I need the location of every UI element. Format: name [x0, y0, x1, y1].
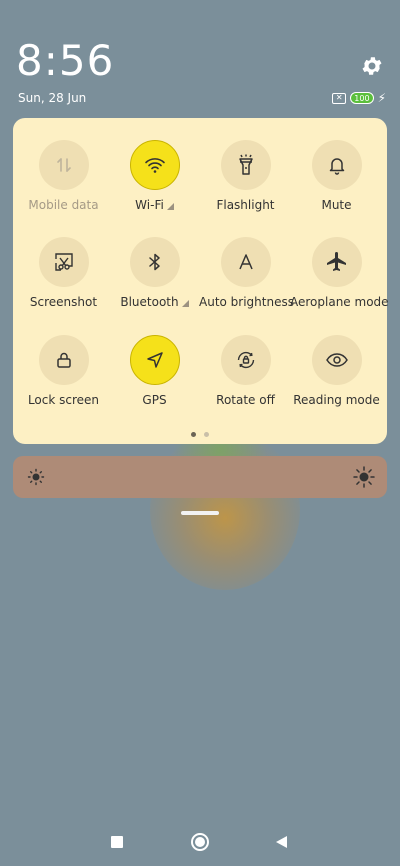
- tile-label: Wi-Fi: [108, 198, 201, 212]
- tile-mobile-data[interactable]: Mobile data: [17, 140, 110, 212]
- tile-bluetooth[interactable]: Bluetooth: [108, 237, 201, 309]
- tile-screenshot[interactable]: Screenshot: [17, 237, 110, 309]
- tile-label-text: Mobile data: [28, 198, 99, 212]
- tile-label-text: Lock screen: [27, 393, 100, 407]
- flashlight-icon[interactable]: [220, 140, 271, 190]
- tile-label: Reading mode: [290, 393, 383, 407]
- tile-aeroplane-mode[interactable]: Aeroplane mode: [290, 237, 389, 309]
- quick-settings-panel: Mobile data Wi-Fi Flashlight Mute Screenshot…: [13, 118, 389, 444]
- tile-flashlight[interactable]: Flashlight: [199, 140, 292, 212]
- tile-label-text: Reading mode: [293, 393, 380, 407]
- location-arrow-icon[interactable]: [129, 335, 180, 385]
- bell-icon[interactable]: [311, 140, 362, 190]
- tile-label-text: Auto brightness: [199, 295, 294, 309]
- recents-square-icon[interactable]: [111, 836, 123, 848]
- sim-disabled-icon: ✕: [332, 92, 347, 104]
- tile-label: Mobile data: [17, 198, 110, 212]
- tile-label-text: Aeroplane mode: [290, 295, 389, 309]
- tile-label-text: GPS: [142, 393, 167, 407]
- page-dot: [204, 432, 209, 437]
- rotate-lock-icon[interactable]: [220, 335, 271, 385]
- clock-date: Sun, 28 Jun: [18, 91, 87, 105]
- status-icons: ✕ 100 ⚡: [332, 91, 386, 105]
- page-indicator: [13, 432, 387, 437]
- expand-arrow-icon: [181, 300, 189, 307]
- tile-gps[interactable]: GPS: [108, 335, 201, 407]
- tile-label-text: Bluetooth: [120, 295, 179, 309]
- drag-handle[interactable]: [181, 511, 219, 515]
- tile-label: Flashlight: [199, 198, 292, 212]
- tile-label: Bluetooth: [108, 295, 201, 309]
- tile-auto-brightness[interactable]: Auto brightness: [199, 237, 294, 309]
- back-triangle-icon[interactable]: [276, 836, 287, 848]
- wifi-icon[interactable]: [129, 140, 180, 190]
- tile-reading-mode[interactable]: Reading mode: [290, 335, 383, 407]
- mobile-data-icon[interactable]: [38, 140, 89, 190]
- eye-icon[interactable]: [311, 335, 362, 385]
- auto-brightness-icon[interactable]: [220, 237, 271, 287]
- battery-level: 100: [354, 93, 370, 103]
- lock-icon[interactable]: [38, 335, 89, 385]
- tile-label: Auto brightness: [199, 295, 294, 309]
- bluetooth-icon[interactable]: [129, 237, 180, 287]
- tile-rotate-off[interactable]: Rotate off: [199, 335, 292, 407]
- charging-bolt-icon: ⚡: [377, 91, 386, 105]
- brightness-high-icon: [353, 466, 375, 488]
- tile-label-text: Screenshot: [29, 295, 98, 309]
- screenshot-icon[interactable]: [38, 237, 89, 287]
- tile-label-text: Rotate off: [216, 393, 275, 407]
- brightness-low-icon: [27, 468, 45, 486]
- tile-label: Screenshot: [17, 295, 110, 309]
- page-dot: [191, 432, 196, 437]
- tile-lock-screen[interactable]: Lock screen: [17, 335, 110, 407]
- tile-label: GPS: [108, 393, 201, 407]
- tile-label-text: Mute: [321, 198, 352, 212]
- tile-label: Aeroplane mode: [290, 295, 389, 309]
- home-circle-icon[interactable]: [191, 833, 209, 851]
- airplane-icon[interactable]: [311, 237, 362, 287]
- navigation-bar: [0, 832, 400, 852]
- tile-label: Mute: [290, 198, 383, 212]
- tile-label-text: Wi-Fi: [135, 198, 164, 212]
- tile-mute[interactable]: Mute: [290, 140, 383, 212]
- tile-label-text: Flashlight: [216, 198, 275, 212]
- settings-gear-icon[interactable]: [360, 54, 384, 78]
- expand-arrow-icon: [166, 203, 174, 210]
- tile-label: Rotate off: [199, 393, 292, 407]
- brightness-slider[interactable]: [13, 456, 387, 498]
- tile-label: Lock screen: [17, 393, 110, 407]
- battery-icon: 100: [350, 92, 374, 104]
- clock-time: 8:56: [16, 36, 115, 85]
- tile-wi-fi[interactable]: Wi-Fi: [108, 140, 201, 212]
